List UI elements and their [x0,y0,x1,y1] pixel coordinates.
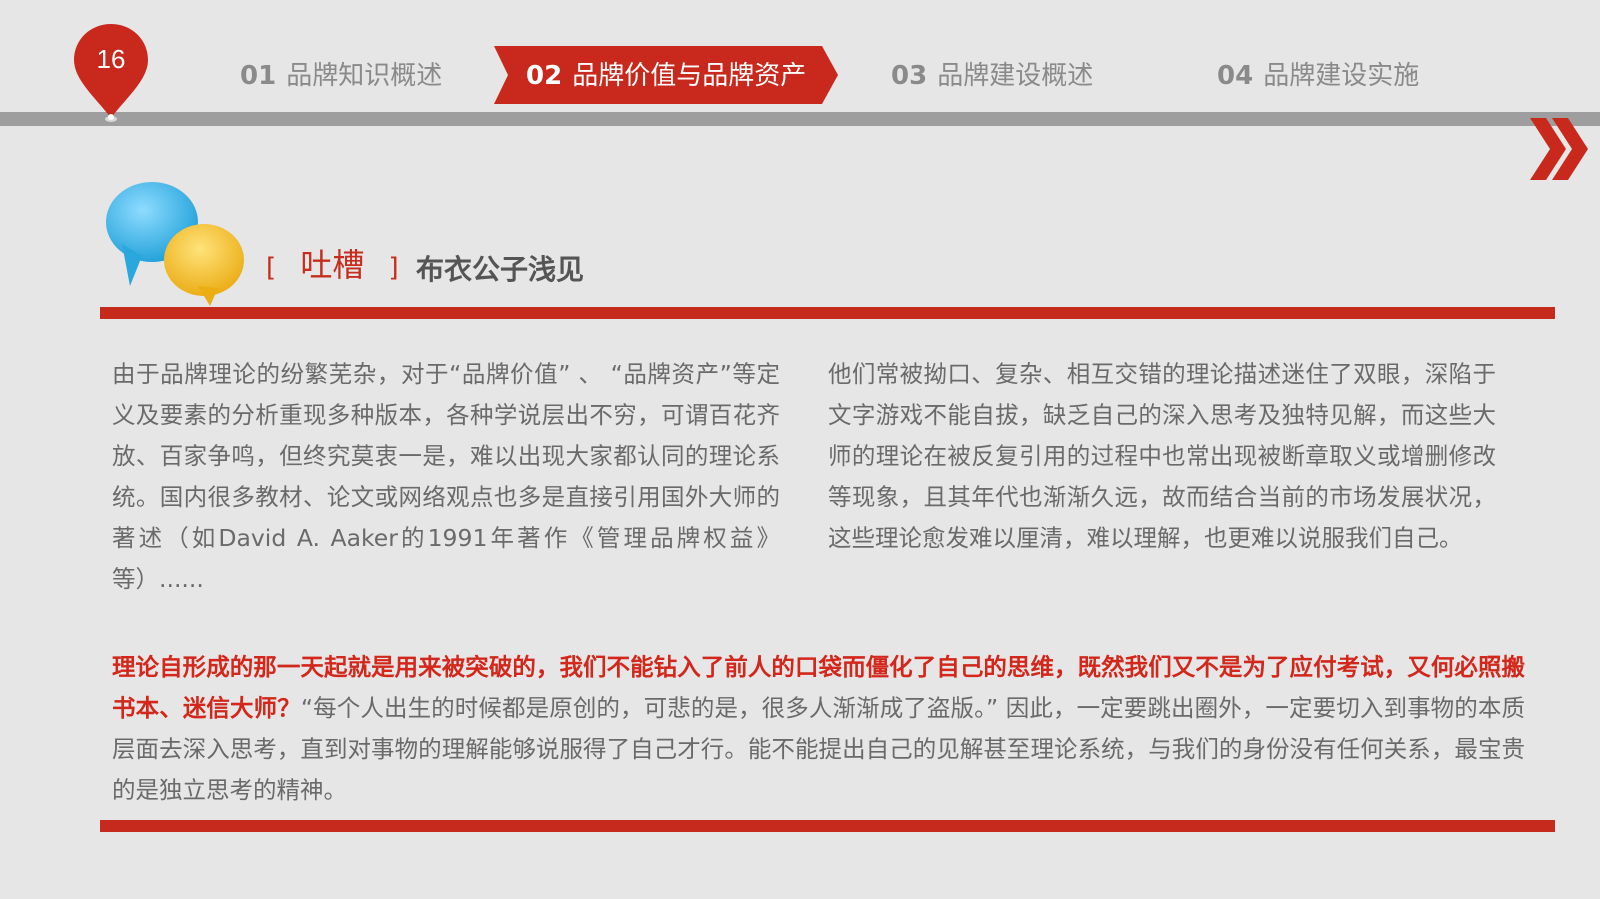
tab-number: 03 [891,61,928,91]
tab-brand-value[interactable]: 02 品牌价值与品牌资产 [526,48,806,104]
tab-label: 品牌建设实施 [1263,61,1420,91]
tab-brand-implementation[interactable]: 04 品牌建设实施 [1217,48,1419,104]
bottom-divider [100,820,1555,832]
tab-label: 品牌价值与品牌资产 [572,61,807,91]
bracket-open: [ [266,253,277,283]
top-divider [100,307,1555,319]
closing-text: “每个人出生的时候都是原创的，可悲的是，很多人渐渐成了盗版。” 因此，一定要跳出… [112,694,1525,804]
tab-brand-knowledge[interactable]: 01 品牌知识概述 [240,48,442,104]
nav-rule [0,112,1600,126]
bracket-close: ] [388,253,399,283]
location-pin-icon: 16 [72,22,150,126]
page-number: 16 [96,44,126,74]
left-paragraph: 由于品牌理论的纷繁芜杂，对于“品牌价值” 、 “品牌资产”等定义及要素的分析重现… [112,360,780,593]
right-paragraph: 他们常被拗口、复杂、相互交错的理论描述迷住了双眼，深陷于文字游戏不能自拔，缺乏自… [828,360,1496,552]
tab-label: 品牌知识概述 [286,61,443,91]
tab-number: 01 [240,61,277,91]
section-title-text: 吐槽 [300,246,365,284]
double-chevron-right-icon[interactable] [1530,116,1590,182]
section-title: [ 吐槽 ] [266,245,399,285]
tab-label: 品牌建设概述 [937,61,1094,91]
tab-number: 04 [1217,61,1254,91]
tab-number: 02 [526,61,563,91]
author-name: 布衣公子浅见 [416,253,585,286]
conclusion-paragraph: 理论自形成的那一天起就是用来被突破的，我们不能钻入了前人的口袋而僵化了自己的思维… [112,647,1525,811]
speech-bubbles-icon [106,182,244,306]
tab-brand-building[interactable]: 03 品牌建设概述 [891,48,1093,104]
